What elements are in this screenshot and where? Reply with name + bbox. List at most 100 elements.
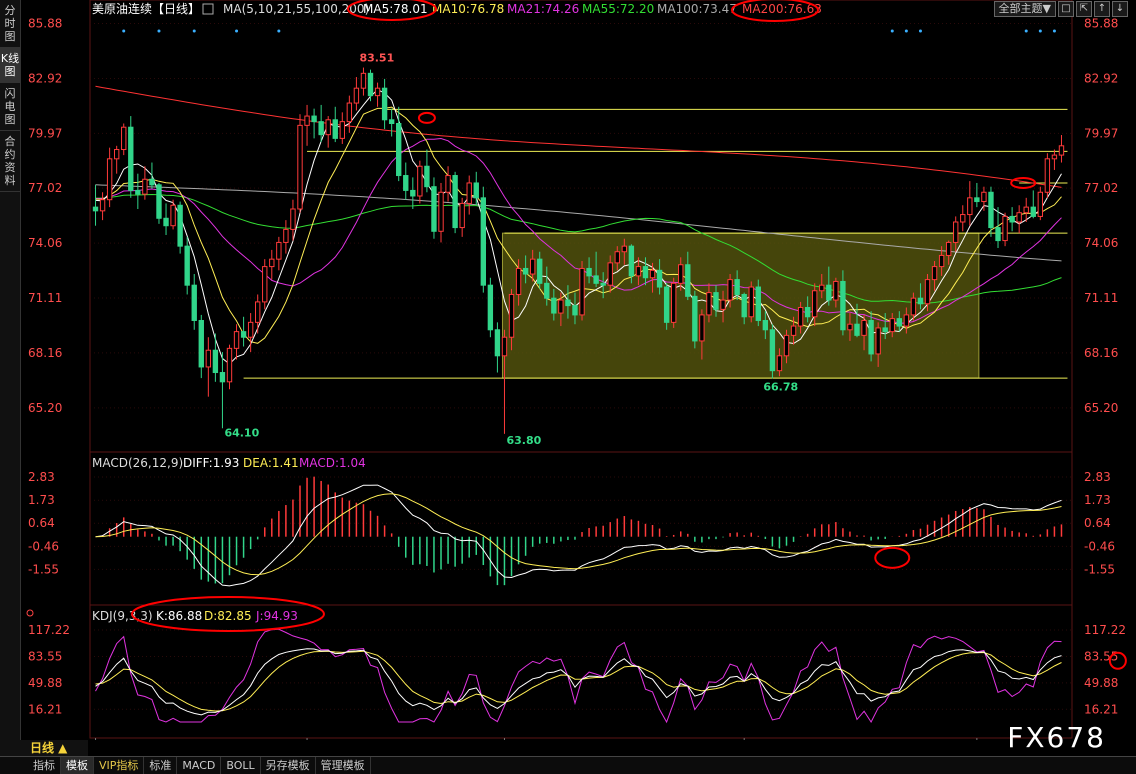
candle-body xyxy=(529,258,536,275)
bottom-tab-7[interactable]: 管理模板 xyxy=(316,757,371,774)
price-tick-right: 85.88 xyxy=(1084,17,1118,31)
settings-icon xyxy=(202,3,214,15)
event-marker xyxy=(192,29,196,33)
candle-body xyxy=(396,123,402,177)
candle-body xyxy=(544,282,550,299)
left-tab-2[interactable]: 闪电图 xyxy=(0,83,20,131)
bottom-tab-2[interactable]: VIP指标 xyxy=(94,757,145,774)
candle-body xyxy=(473,182,479,199)
candle-body xyxy=(790,325,797,336)
candle-body xyxy=(755,286,761,321)
candle-body xyxy=(988,191,994,229)
macd-tick-right: 1.73 xyxy=(1084,493,1111,507)
maximize-icon[interactable]: □ xyxy=(1058,1,1074,17)
candle-body xyxy=(388,119,395,125)
candle-body xyxy=(931,266,938,281)
candle-body xyxy=(431,186,437,232)
kdj-d-line xyxy=(95,650,1062,712)
candle-body xyxy=(917,297,924,305)
candle-body xyxy=(628,245,635,277)
candle-body xyxy=(670,282,677,323)
candle-body xyxy=(1037,191,1044,217)
arrow-up-icon[interactable]: ↑ xyxy=(1094,1,1110,17)
candle-body xyxy=(614,251,620,264)
candle-body xyxy=(819,284,825,292)
candle-body xyxy=(875,327,881,355)
candle-body xyxy=(332,119,338,139)
price-tick-right: 79.97 xyxy=(1084,126,1118,140)
candle-body xyxy=(184,245,190,286)
left-tab-bar: 分时图 K线图 闪电图 合约资料 xyxy=(0,0,21,740)
event-marker xyxy=(918,29,922,33)
main-header-text: MA55:72.20 xyxy=(582,2,654,16)
candle-body xyxy=(219,372,226,383)
main-header-text: MA5:78.01 xyxy=(363,2,428,16)
candle-body xyxy=(600,282,606,286)
bottom-tab-4[interactable]: MACD xyxy=(177,757,222,774)
kdj-header-text: D:82.85 xyxy=(204,609,252,623)
candle-body xyxy=(1051,154,1058,160)
event-marker xyxy=(122,29,126,33)
candle-body xyxy=(1002,215,1008,242)
candle-body xyxy=(508,293,515,338)
price-tick-right: 74.06 xyxy=(1084,236,1118,250)
left-tab-3[interactable]: 合约资料 xyxy=(0,131,20,192)
bottom-tab-6[interactable]: 另存模板 xyxy=(261,757,316,774)
left-tab-1[interactable]: K线图 xyxy=(0,48,20,83)
theme-select[interactable]: 全部主题▼ xyxy=(993,1,1056,17)
price-tick-right: 71.11 xyxy=(1084,291,1118,305)
candle-body xyxy=(346,102,353,123)
candle-body xyxy=(233,331,240,349)
candle-body xyxy=(635,266,642,277)
bottom-tab-3[interactable]: 标准 xyxy=(144,757,178,774)
bottom-tab-1[interactable]: 模板 xyxy=(61,757,94,774)
macd-tick-left: 2.83 xyxy=(28,470,55,484)
kdj-tick-right: 49.88 xyxy=(1084,676,1118,690)
candle-body xyxy=(269,258,275,268)
bottom-tab-5[interactable]: BOLL xyxy=(221,757,261,774)
candle-body xyxy=(318,121,324,136)
candle-body xyxy=(240,331,247,338)
candle-body xyxy=(748,286,754,318)
candle-body xyxy=(945,241,952,256)
kdj-tick-right: 16.21 xyxy=(1084,702,1118,716)
bottom-tab-bar: 指标 模板 VIP指标 标准 MACD BOLL 另存模板 管理模板 xyxy=(0,756,1136,774)
candle-body xyxy=(889,318,895,333)
candle-body xyxy=(494,329,501,357)
bottom-tab-0[interactable]: 指标 xyxy=(28,757,61,774)
candle-body xyxy=(191,284,197,321)
candle-body xyxy=(417,165,423,197)
candle-body xyxy=(247,321,254,338)
candle-body xyxy=(572,305,578,316)
candle-body xyxy=(579,267,585,316)
kdj-header-text: KDJ(9,3,3) xyxy=(92,609,153,623)
low-label: 64.10 xyxy=(224,426,259,439)
candle-body xyxy=(938,254,945,268)
kdj-tick-right: 117.22 xyxy=(1084,623,1126,637)
macd-tick-right: -0.46 xyxy=(1084,539,1115,553)
arrow-down-icon[interactable]: ↓ xyxy=(1112,1,1128,17)
period-button[interactable]: 日线 ▲ xyxy=(0,740,88,757)
candle-body xyxy=(692,295,698,342)
annotation-ellipse xyxy=(874,546,911,569)
candle-body xyxy=(452,175,458,229)
candle-body xyxy=(1044,158,1051,193)
candle-body xyxy=(868,319,874,355)
candle-body xyxy=(833,280,839,301)
candle-body xyxy=(537,258,543,284)
left-tab-0[interactable]: 分时图 xyxy=(0,0,20,48)
candle-body xyxy=(910,297,917,316)
kdj-j-line xyxy=(95,628,1062,724)
popout-icon[interactable]: ⇱ xyxy=(1076,1,1092,17)
candle-body xyxy=(783,334,790,357)
candle-body xyxy=(826,284,832,301)
candle-body xyxy=(995,227,1001,242)
candle-body xyxy=(515,267,522,295)
candle-body xyxy=(649,269,656,279)
kdj-k-line xyxy=(95,648,1062,716)
candle-body xyxy=(621,245,628,253)
chart-area[interactable]: 85.88 85.88 82.92 82.92 79.97 79.97 77.02 77.02… xyxy=(20,0,1136,740)
event-marker xyxy=(235,29,239,33)
candle-body xyxy=(699,314,705,342)
candle-body xyxy=(480,197,487,286)
